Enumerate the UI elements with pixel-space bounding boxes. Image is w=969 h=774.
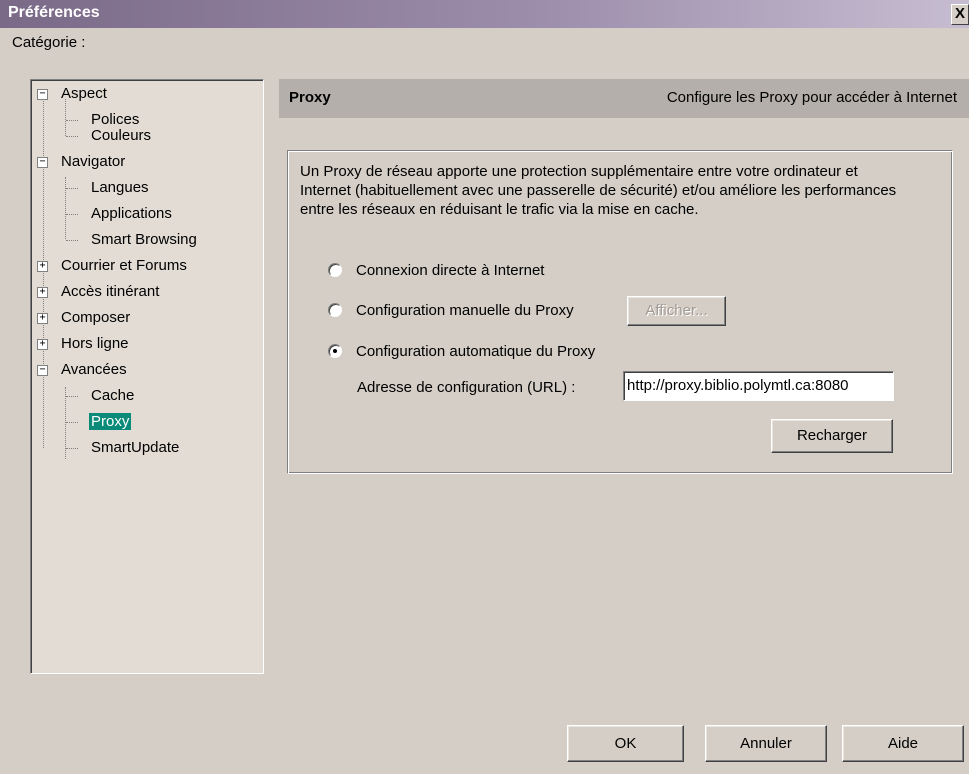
- tree-item-applications[interactable]: Applications: [91, 203, 172, 225]
- radio-auto-proxy[interactable]: Configuration automatique du Proxy: [328, 340, 595, 362]
- tree-connector: [66, 396, 78, 397]
- window-title: Préférences: [8, 4, 100, 21]
- radio-button[interactable]: [328, 344, 342, 358]
- tree-item-smartupdate[interactable]: SmartUpdate: [91, 437, 179, 459]
- tree-connector: [66, 188, 78, 189]
- tree-connector: [66, 214, 78, 215]
- tree-connector: [43, 96, 44, 448]
- preferences-window: Préférences X Catégorie : − Aspect Polic…: [0, 0, 969, 774]
- tree-connector: [66, 448, 78, 449]
- proxy-group: Un Proxy de réseau apporte une protectio…: [287, 150, 953, 474]
- expand-icon[interactable]: +: [37, 261, 48, 272]
- close-button[interactable]: X: [951, 4, 969, 25]
- collapse-icon[interactable]: −: [37, 89, 48, 100]
- expand-icon[interactable]: +: [37, 313, 48, 324]
- tree-item-label: Aspect: [61, 85, 107, 102]
- tree-item-label: Composer: [61, 309, 131, 326]
- radio-button[interactable]: [328, 263, 342, 277]
- radio-direct-connection[interactable]: Connexion directe à Internet: [328, 259, 544, 281]
- tree-connector: [66, 240, 78, 241]
- afficher-button[interactable]: Afficher...: [627, 296, 726, 326]
- collapse-icon[interactable]: −: [37, 365, 48, 376]
- category-tree[interactable]: − Aspect Polices Couleurs − Navigator La…: [30, 79, 264, 674]
- radio-button[interactable]: [328, 303, 342, 317]
- config-url-input[interactable]: http://proxy.biblio.polymtl.ca:8080: [623, 371, 894, 401]
- radio-label: Configuration manuelle du Proxy: [356, 301, 574, 319]
- help-button[interactable]: Aide: [842, 725, 964, 762]
- panel-title: Proxy: [289, 89, 331, 106]
- tree-item-langues[interactable]: Langues: [91, 177, 149, 199]
- tree-connector: [66, 120, 78, 121]
- proxy-intro-text: Un Proxy de réseau apporte une protectio…: [300, 163, 897, 218]
- tree-item-label: Navigator: [61, 153, 126, 170]
- cancel-button[interactable]: Annuler: [705, 725, 827, 762]
- tree-item-smart-browsing[interactable]: Smart Browsing: [91, 229, 197, 251]
- tree-connector: [66, 136, 78, 137]
- panel-header: Proxy Configure les Proxy pour accéder à…: [279, 79, 969, 118]
- reload-button[interactable]: Recharger: [771, 419, 893, 453]
- tree-item-label: Hors ligne: [61, 335, 129, 352]
- tree-item-label: Accès itinérant: [61, 283, 160, 300]
- tree-item-label: Avancées: [61, 361, 127, 378]
- expand-icon[interactable]: +: [37, 287, 48, 298]
- tree-item-cache[interactable]: Cache: [91, 385, 134, 407]
- radio-label: Configuration automatique du Proxy: [356, 342, 596, 360]
- tree-item-label: Courrier et Forums: [61, 257, 187, 274]
- radio-manual-proxy[interactable]: Configuration manuelle du Proxy: [328, 299, 574, 321]
- ok-button[interactable]: OK: [567, 725, 684, 762]
- collapse-icon[interactable]: −: [37, 157, 48, 168]
- panel-description: Configure les Proxy pour accéder à Inter…: [666, 89, 957, 106]
- tree-item-proxy[interactable]: Proxy: [89, 411, 132, 433]
- tree-item-label: Proxy: [89, 413, 132, 430]
- title-bar[interactable]: Préférences X: [0, 0, 969, 28]
- url-label: Adresse de configuration (URL) :: [357, 379, 576, 396]
- tree-connector: [66, 422, 78, 423]
- category-label: Catégorie :: [12, 34, 86, 51]
- radio-label: Connexion directe à Internet: [356, 261, 545, 279]
- tree-connector: [65, 177, 66, 239]
- expand-icon[interactable]: +: [37, 339, 48, 350]
- tree-item-couleurs[interactable]: Couleurs: [91, 125, 151, 147]
